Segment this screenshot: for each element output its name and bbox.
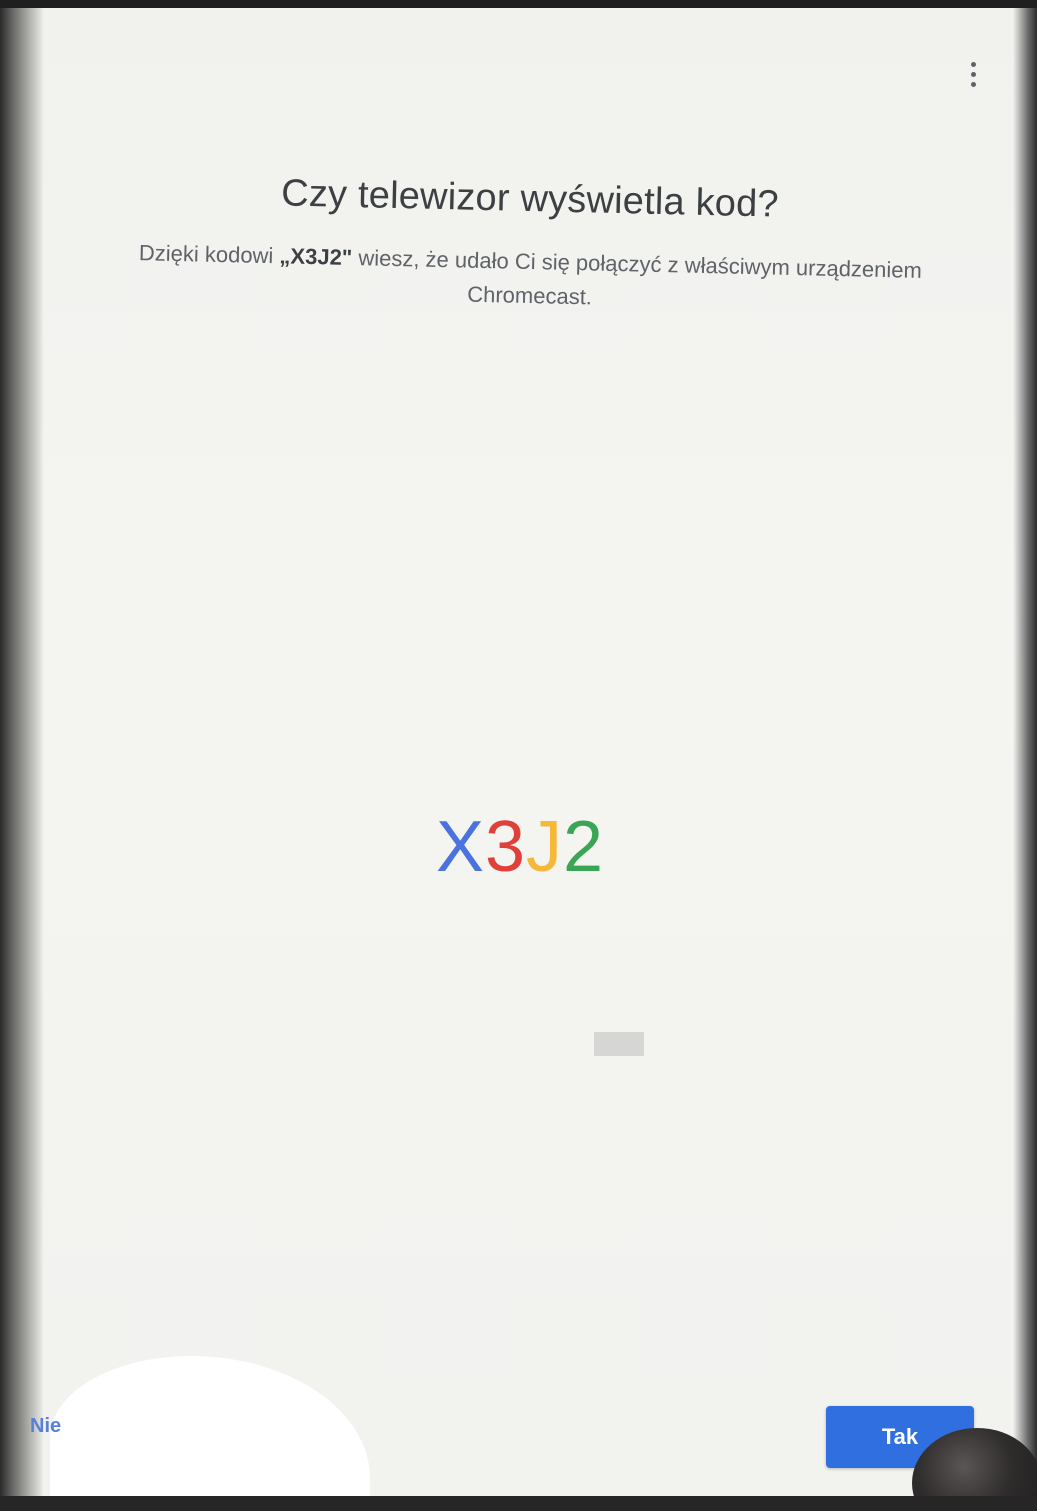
description-code: „X3J2" [279,243,353,270]
more-vert-icon-dot [970,81,976,87]
device-frame: Czy telewizor wyświetla kod? Dzięki kodo… [0,0,1037,1511]
description-prefix: Dzięki kodowi [138,240,280,269]
screen: Czy telewizor wyświetla kod? Dzięki kodo… [0,0,1037,1511]
more-vert-icon [970,61,976,67]
screen-glare [50,1356,370,1511]
device-code: X3J2 [330,806,710,888]
redacted-block [594,1032,644,1056]
more-vert-icon-dot [970,71,976,77]
bezel-right [1013,0,1037,1511]
code-char: 3 [484,807,527,887]
description-suffix: wiesz, że udało Ci się połączyć z właści… [351,244,923,310]
status-bar [0,0,1037,8]
bezel-bottom [0,1496,1037,1511]
code-char: X [435,807,485,887]
bezel-left [0,0,44,1511]
code-char: 2 [563,807,605,887]
description-text: Dzięki kodowi „X3J2" wiesz, że udało Ci … [129,236,930,322]
more-options-button[interactable] [958,56,988,92]
no-button[interactable]: Nie [30,1408,80,1444]
page-title: Czy telewizor wyświetla kod? [280,172,780,226]
code-char: J [526,807,564,887]
